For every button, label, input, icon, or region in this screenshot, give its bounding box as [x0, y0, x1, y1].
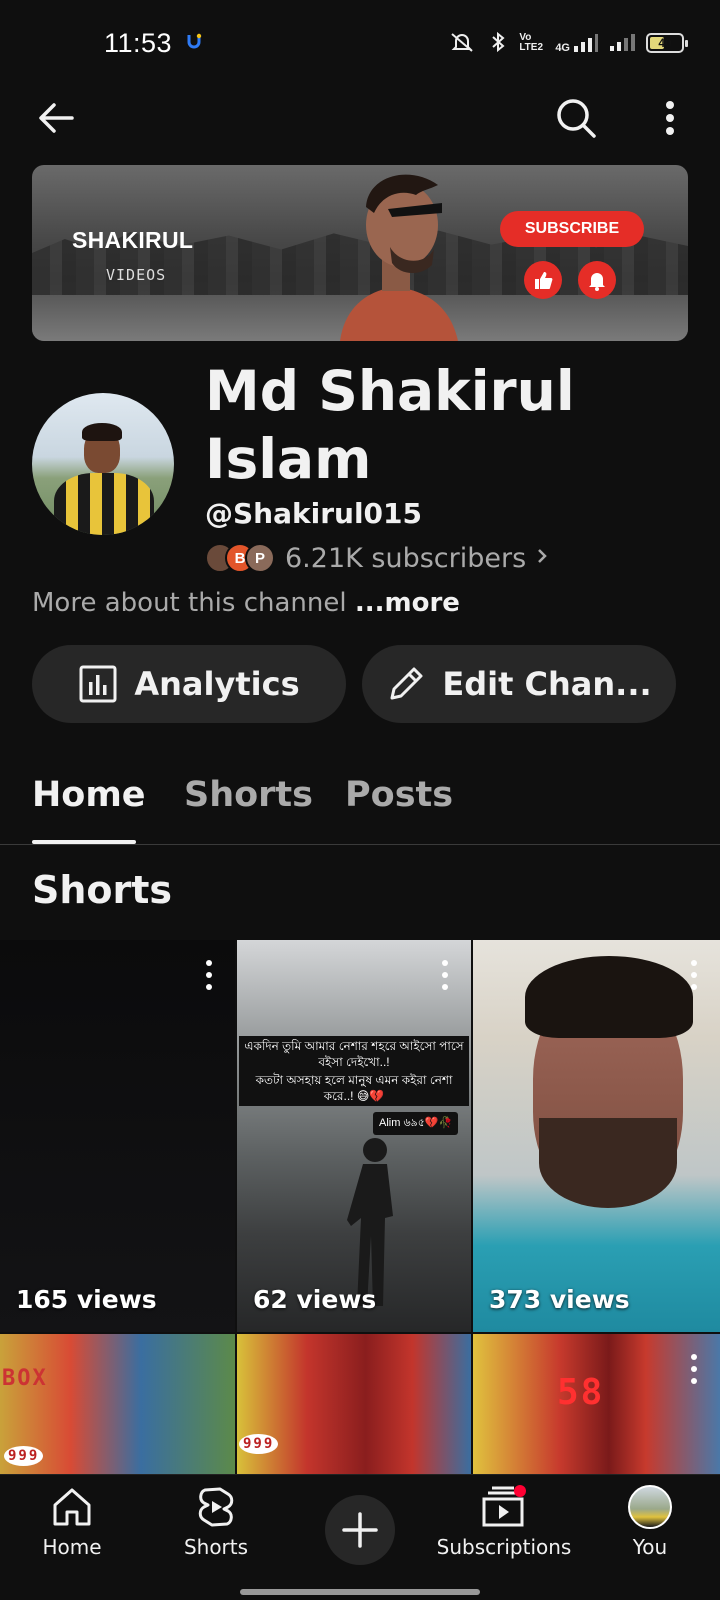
short-more-icon[interactable] — [684, 1354, 704, 1384]
short-thumbnail[interactable]: 373 views — [473, 940, 720, 1332]
subscriptions-icon — [482, 1485, 526, 1527]
pencil-icon — [390, 667, 423, 700]
short-views: 165 views — [16, 1285, 157, 1314]
back-button[interactable] — [28, 90, 84, 146]
nav-subscriptions[interactable]: Subscriptions — [426, 1485, 582, 1581]
search-icon — [557, 99, 596, 138]
more-options-button[interactable] — [642, 90, 698, 146]
short-display: 58 — [557, 1372, 605, 1413]
more-vertical-icon — [666, 101, 674, 135]
short-caption: কতটা অসহায় হলে মানুষ এমন কইরা নেশা করে.… — [239, 1070, 469, 1106]
edit-channel-button[interactable]: Edit Chan... — [362, 645, 676, 723]
chevron-right-icon — [536, 545, 548, 571]
short-views: 373 views — [489, 1285, 630, 1314]
nav-shorts-label: Shorts — [183, 1535, 249, 1559]
subscriber-avatar: P — [245, 543, 275, 573]
edit-channel-label: Edit Chan... — [442, 665, 652, 703]
thumbs-up-icon — [524, 261, 562, 299]
about-more: ...more — [354, 588, 460, 618]
top-app-bar — [0, 90, 720, 150]
signal-4g-icon: 4G — [555, 32, 598, 54]
create-button[interactable] — [325, 1495, 395, 1565]
short-views: 62 views — [253, 1285, 377, 1314]
mute-icon — [447, 31, 477, 56]
arrow-left-icon — [39, 103, 74, 133]
channel-handle: @Shakirul015 — [205, 497, 422, 530]
tab-shorts[interactable]: Shorts — [184, 775, 313, 815]
short-thumbnail[interactable]: BOX 999 — [0, 1334, 235, 1474]
subscriber-count: 6.21K subscribers — [285, 542, 527, 574]
about-channel-link[interactable]: More about this channel ...more — [32, 588, 460, 618]
nav-you[interactable]: You — [590, 1485, 710, 1581]
volte-label: Vo LTE2 — [519, 32, 544, 53]
silhouette-image — [347, 1138, 393, 1306]
short-caption: একদিন তুমি আমার নেশার শহরে আইসো পাসে বইস… — [239, 1036, 469, 1072]
subscribers-row[interactable]: B P 6.21K subscribers — [205, 540, 548, 576]
hair-image — [525, 956, 693, 1038]
short-thumbnail[interactable]: 165 views — [0, 940, 235, 1332]
short-display: 999 — [239, 1434, 279, 1454]
shorts-icon — [198, 1487, 234, 1527]
plus-icon — [342, 1512, 378, 1548]
short-thumbnail[interactable]: 999 — [237, 1334, 471, 1474]
subscriber-avatars: B P — [205, 541, 279, 575]
status-time: 11:53 — [104, 28, 173, 58]
short-display: 999 — [4, 1446, 44, 1466]
nav-home[interactable]: Home — [12, 1485, 132, 1581]
shorts-section-title: Shorts — [32, 868, 173, 912]
short-thumbnail[interactable]: একদিন তুমি আমার নেশার শহরে আইসো পাসে বইস… — [237, 940, 471, 1332]
tab-home[interactable]: Home — [32, 775, 146, 815]
analytics-icon — [79, 665, 117, 703]
bottom-navigation: Home Shorts Subscriptions You — [0, 1474, 720, 1600]
analytics-button[interactable]: Analytics — [32, 645, 346, 723]
bluetooth-icon — [487, 31, 509, 56]
channel-tabs: Home Shorts Posts — [0, 760, 720, 845]
signal-icon — [608, 31, 636, 56]
nav-home-label: Home — [42, 1535, 102, 1559]
status-bar: 11:53 Vo LTE2 4G 40 — [0, 0, 720, 90]
banner-subtitle: VIDEOS — [106, 266, 167, 284]
bell-icon — [578, 261, 616, 299]
short-more-icon[interactable] — [684, 960, 704, 990]
nav-you-label: You — [632, 1535, 668, 1559]
channel-avatar[interactable] — [32, 393, 174, 535]
home-indicator — [240, 1589, 480, 1595]
nav-subscriptions-label: Subscriptions — [436, 1535, 572, 1559]
notification-app-icon — [186, 33, 202, 49]
battery-level: 40 — [658, 36, 672, 50]
about-text: More about this channel — [32, 588, 347, 618]
battery-icon: 40 — [646, 33, 688, 53]
short-thumbnail[interactable]: 58 — [473, 1334, 720, 1474]
channel-banner: SHAKIRUL VIDEOS SUBSCRIBE — [32, 165, 688, 341]
short-more-icon[interactable] — [435, 960, 455, 990]
tab-posts[interactable]: Posts — [345, 775, 453, 815]
network-type: 4G — [555, 42, 570, 54]
short-tag: Alim ৬৯৫💔🥀 — [373, 1112, 459, 1135]
user-avatar — [628, 1485, 672, 1529]
banner-person-image — [340, 174, 458, 341]
nav-shorts[interactable]: Shorts — [156, 1485, 276, 1581]
short-more-icon[interactable] — [199, 960, 219, 990]
analytics-label: Analytics — [134, 665, 300, 703]
search-button[interactable] — [548, 90, 604, 146]
beard-image — [539, 1118, 677, 1208]
home-icon — [53, 1488, 91, 1526]
banner-title: SHAKIRUL — [72, 227, 194, 253]
channel-name: Md Shakirul Islam — [205, 359, 575, 491]
active-tab-indicator — [32, 840, 136, 844]
short-sign-text: BOX — [2, 1366, 48, 1391]
banner-subscribe-graphic: SUBSCRIBE — [500, 211, 644, 247]
status-icons: Vo LTE2 4G 40 — [447, 31, 688, 56]
